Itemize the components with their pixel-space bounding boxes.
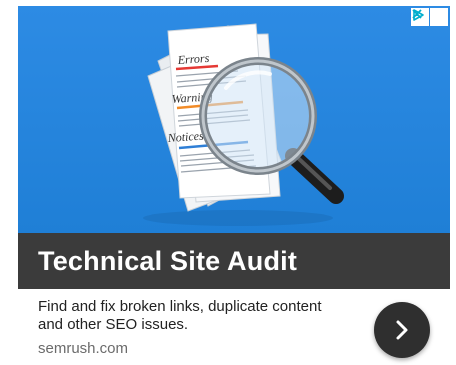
ad-title-bar[interactable]: Technical Site Audit [18, 233, 450, 289]
notices-label: Notices [166, 128, 204, 145]
close-icon [412, 9, 422, 19]
ad-domain[interactable]: semrush.com [38, 340, 128, 357]
ad-title[interactable]: Technical Site Audit [38, 246, 297, 277]
ad-container[interactable]: Errors Warning Notices Technical Site Au… [18, 6, 450, 365]
adchoices-bar [411, 8, 448, 26]
ad-hero-image[interactable]: Errors Warning Notices [18, 6, 450, 233]
audit-illustration: Errors Warning Notices [143, 23, 344, 226]
adchoices-close-button[interactable] [412, 8, 448, 26]
errors-label: Errors [176, 51, 210, 67]
chevron-right-icon [396, 320, 408, 340]
ad-description[interactable]: Find and fix broken links, duplicate con… [38, 298, 338, 334]
ad-cta-button[interactable] [374, 302, 430, 358]
